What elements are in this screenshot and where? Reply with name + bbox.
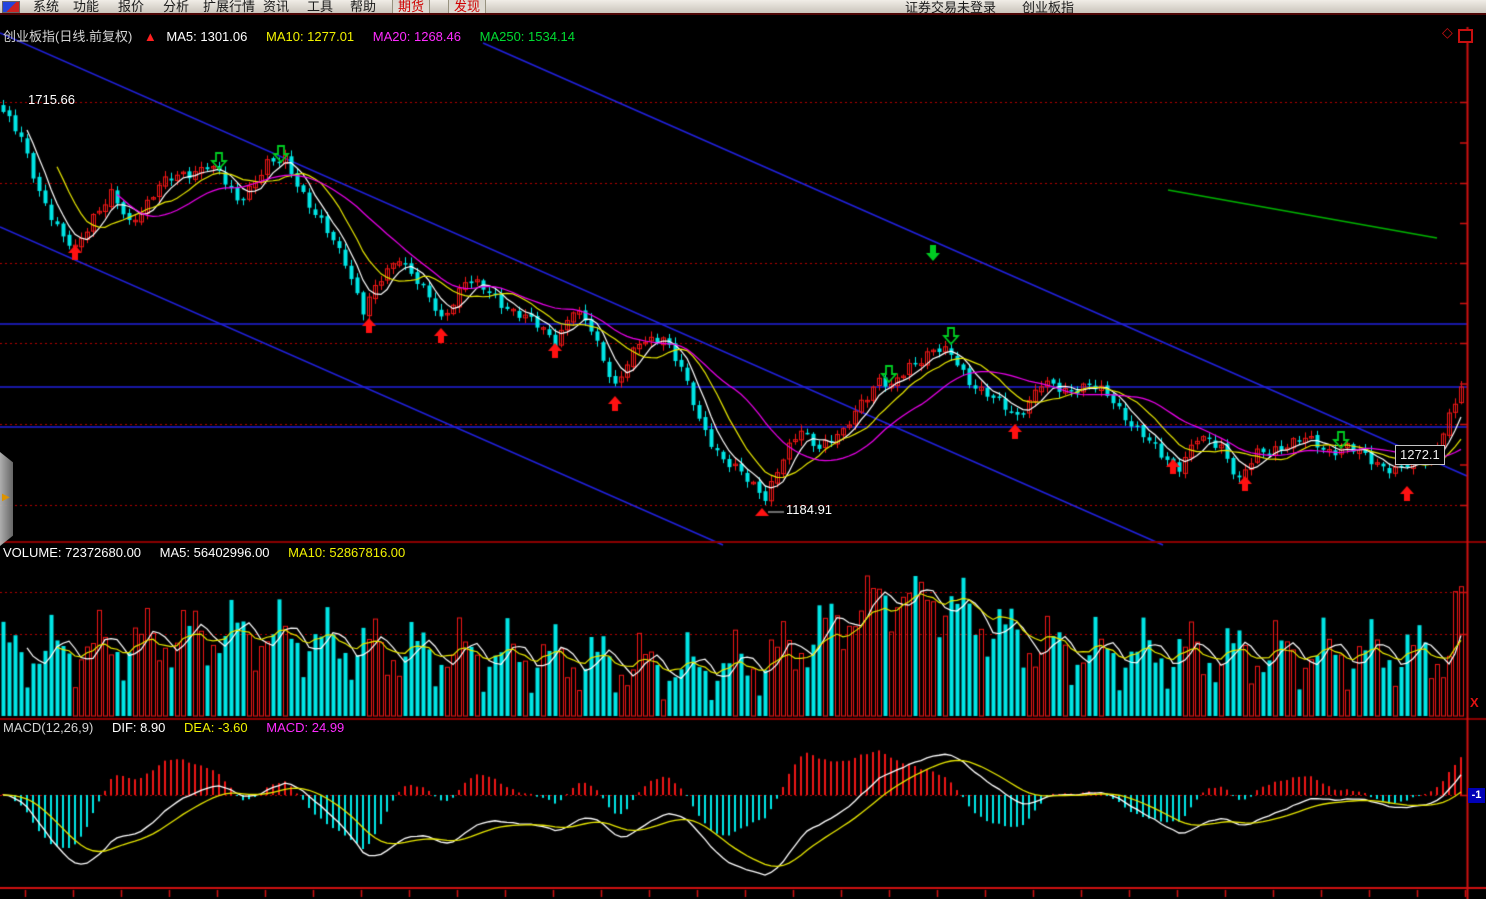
chart-title: 创业板指(日线.前复权) (3, 29, 132, 44)
macd-title-label: MACD(12,26,9) (3, 720, 93, 735)
menu-item-analysis[interactable]: 分析 (163, 0, 189, 15)
trading-terminal: 系统 功能 报价 分析 扩展行情 资讯 工具 帮助 期货 发现 证券交易未登录 … (0, 0, 1486, 899)
trend-up-arrow-icon: ▲ (144, 29, 157, 44)
menu-item-quotes[interactable]: 报价 (118, 0, 144, 15)
sidebar-expand-handle[interactable]: ▶ (0, 452, 13, 546)
last-price-tag: 1272.1 (1395, 445, 1445, 465)
ma5-value-label: MA5: 1301.06 (166, 29, 247, 44)
menu-item-futures[interactable]: 期货 (392, 0, 430, 14)
ma250-value-label: MA250: 1534.14 (480, 29, 575, 44)
high-price-label: 1715.66 (28, 92, 75, 107)
dea-value-label: DEA: -3.60 (184, 720, 248, 735)
volume-value-label: VOLUME: 72372680.00 (3, 545, 141, 560)
menu-item-system[interactable]: 系统 (33, 0, 59, 15)
window-restore-icon[interactable] (1458, 29, 1473, 43)
menu-item-extended-quotes[interactable]: 扩展行情 (203, 0, 255, 15)
macd-panel-header: MACD(12,26,9) DIF: 8.90 DEA: -3.60 MACD:… (3, 720, 359, 735)
low-price-label: 1184.91 (786, 502, 832, 517)
app-logo-icon[interactable] (2, 1, 20, 13)
main-chart-header: 创业板指(日线.前复权) ▲ MA5: 1301.06 MA10: 1277.0… (3, 29, 590, 44)
menu-item-help[interactable]: 帮助 (350, 0, 376, 15)
expand-arrow-icon: ▶ (2, 492, 10, 503)
close-indicator-button[interactable]: X (1470, 695, 1479, 710)
volume-ma10-value-label: MA10: 52867816.00 (288, 545, 405, 560)
ma10-value-label: MA10: 1277.01 (266, 29, 354, 44)
dif-value-label: DIF: 8.90 (112, 720, 165, 735)
diamond-icon[interactable]: ◇ (1442, 25, 1453, 40)
menu-item-tools[interactable]: 工具 (307, 0, 333, 15)
volume-ma5-value-label: MA5: 56402996.00 (160, 545, 270, 560)
macd-zero-axis-badge: -1 (1468, 788, 1485, 803)
menu-item-news[interactable]: 资讯 (263, 0, 289, 15)
login-status-text: 证券交易未登录 (905, 0, 996, 15)
volume-panel-header: VOLUME: 72372680.00 MA5: 56402996.00 MA1… (3, 545, 420, 560)
menu-bar: 系统 功能 报价 分析 扩展行情 资讯 工具 帮助 期货 发现 证券交易未登录 … (0, 0, 1486, 15)
menu-item-function[interactable]: 功能 (73, 0, 99, 15)
ma20-value-label: MA20: 1268.46 (373, 29, 461, 44)
menu-item-discover[interactable]: 发现 (448, 0, 486, 14)
current-instrument-text: 创业板指 (1022, 0, 1074, 15)
chart-canvas[interactable] (0, 0, 1486, 899)
macd-value-label: MACD: 24.99 (266, 720, 344, 735)
